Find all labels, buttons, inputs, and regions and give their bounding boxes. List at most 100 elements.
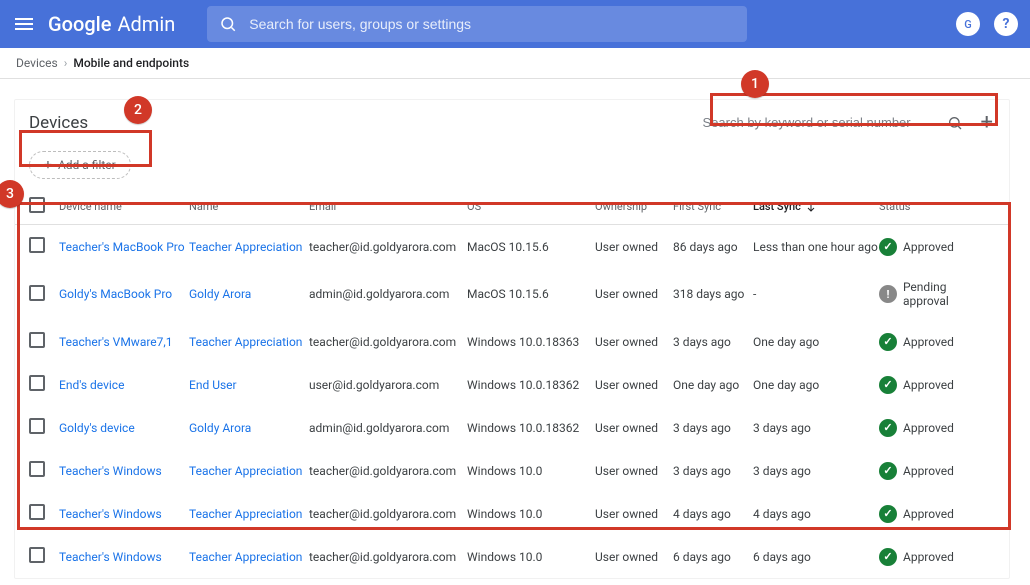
col-name[interactable]: Name	[189, 200, 309, 213]
status-cell: ✓ Approved	[879, 238, 995, 256]
header-actions: G ?	[956, 12, 1018, 36]
menu-button[interactable]	[12, 12, 36, 36]
menu-icon	[15, 23, 33, 25]
breadcrumb-current: Mobile and endpoints	[73, 56, 189, 70]
status-cell: ✓ Approved	[879, 376, 995, 394]
status-cell: ✓ Approved	[879, 505, 995, 523]
first-sync-cell: One day ago	[673, 378, 753, 392]
user-name-link[interactable]: Goldy Arora	[189, 287, 251, 301]
content: 1 2 3 Devices + + Add a filter Device na…	[0, 79, 1030, 585]
ownership-cell: User owned	[595, 507, 673, 521]
status-cell: !Pending approval	[879, 280, 995, 308]
search-icon	[947, 115, 963, 131]
row-checkbox[interactable]	[29, 418, 45, 434]
add-filter-button[interactable]: + Add a filter	[29, 151, 131, 179]
breadcrumb-parent[interactable]: Devices	[16, 56, 58, 70]
check-circle-icon: ✓	[879, 376, 897, 394]
status-text: Approved	[903, 421, 954, 435]
row-checkbox[interactable]	[29, 547, 45, 563]
user-name-link[interactable]: Goldy Arora	[189, 421, 251, 435]
arrow-down-icon	[805, 201, 817, 213]
col-email[interactable]: Email	[309, 200, 467, 213]
row-checkbox[interactable]	[29, 504, 45, 520]
devices-card: Devices + + Add a filter Device name Nam…	[14, 99, 1010, 579]
device-name-link[interactable]: Teacher's Windows	[59, 507, 162, 521]
col-status[interactable]: Status	[879, 200, 995, 213]
add-column-button[interactable]: +	[979, 110, 995, 135]
user-name-link[interactable]: Teacher Appreciation	[189, 507, 302, 521]
pending-circle-icon: !	[879, 285, 897, 303]
table-row: Teacher's WindowsTeacher Appreciationtea…	[15, 449, 1009, 492]
keyword-search[interactable]	[697, 111, 969, 135]
device-name-link[interactable]: Teacher's MacBook Pro	[59, 240, 185, 254]
check-circle-icon: ✓	[879, 238, 897, 256]
card-header: Devices +	[15, 100, 1009, 145]
logo[interactable]: Google Admin	[48, 12, 175, 36]
check-circle-icon: ✓	[879, 419, 897, 437]
global-search-input[interactable]	[249, 16, 735, 32]
chevron-right-icon: ›	[64, 56, 68, 70]
filter-bar: + Add a filter	[15, 145, 1009, 189]
check-circle-icon: ✓	[879, 333, 897, 351]
check-circle-icon: ✓	[879, 505, 897, 523]
user-name-link[interactable]: Teacher Appreciation	[189, 240, 302, 254]
user-name-link[interactable]: Teacher Appreciation	[189, 464, 302, 478]
first-sync-cell: 4 days ago	[673, 507, 753, 521]
first-sync-cell: 3 days ago	[673, 335, 753, 349]
plus-icon: +	[44, 158, 52, 172]
table-header: Device name Name Email OS Ownership Firs…	[15, 189, 1009, 225]
device-name-link[interactable]: Goldy's device	[59, 421, 135, 435]
user-name-link[interactable]: End User	[189, 378, 237, 392]
row-checkbox[interactable]	[29, 461, 45, 477]
col-last-sync[interactable]: Last Sync	[753, 200, 879, 213]
device-name-link[interactable]: Teacher's VMware7,1	[59, 335, 173, 349]
email-cell: teacher@id.goldyarora.com	[309, 240, 467, 254]
email-cell: admin@id.goldyarora.com	[309, 287, 467, 301]
global-search[interactable]	[207, 6, 747, 42]
last-sync-cell: Less than one hour ago	[753, 240, 879, 254]
ownership-cell: User owned	[595, 464, 673, 478]
email-cell: teacher@id.goldyarora.com	[309, 335, 467, 349]
status-text: Approved	[903, 378, 954, 392]
row-checkbox[interactable]	[29, 332, 45, 348]
ownership-cell: User owned	[595, 335, 673, 349]
os-cell: MacOS 10.15.6	[467, 287, 595, 301]
col-first-sync[interactable]: First Sync	[673, 200, 753, 213]
status-text: Approved	[903, 240, 954, 254]
row-checkbox[interactable]	[29, 285, 45, 301]
select-all-checkbox[interactable]	[29, 197, 45, 213]
first-sync-cell: 3 days ago	[673, 421, 753, 435]
ownership-cell: User owned	[595, 421, 673, 435]
last-sync-cell: 6 days ago	[753, 550, 879, 564]
status-text: Approved	[903, 507, 954, 521]
app-header: Google Admin G ?	[0, 0, 1030, 48]
email-cell: teacher@id.goldyarora.com	[309, 507, 467, 521]
search-icon	[219, 15, 237, 33]
col-os[interactable]: OS	[467, 200, 595, 213]
col-device-name[interactable]: Device name	[59, 200, 189, 213]
user-name-link[interactable]: Teacher Appreciation	[189, 550, 302, 564]
ownership-cell: User owned	[595, 378, 673, 392]
last-sync-cell: One day ago	[753, 335, 879, 349]
help-button[interactable]: ?	[994, 12, 1018, 36]
device-name-link[interactable]: Teacher's Windows	[59, 550, 162, 564]
user-name-link[interactable]: Teacher Appreciation	[189, 335, 302, 349]
row-checkbox[interactable]	[29, 375, 45, 391]
email-cell: user@id.goldyarora.com	[309, 378, 467, 392]
avatar[interactable]: G	[956, 12, 980, 36]
annotation-badge-1: 1	[741, 70, 769, 98]
table-row: Teacher's WindowsTeacher Appreciationtea…	[15, 535, 1009, 578]
device-name-link[interactable]: End's device	[59, 378, 124, 392]
device-name-link[interactable]: Goldy's MacBook Pro	[59, 287, 172, 301]
col-ownership[interactable]: Ownership	[595, 200, 673, 213]
table-row: End's device End User user@id.goldyarora.c…	[15, 363, 1009, 406]
os-cell: Windows 10.0	[467, 464, 595, 478]
logo-primary: Google	[48, 12, 111, 36]
row-checkbox[interactable]	[29, 237, 45, 253]
os-cell: Windows 10.0	[467, 507, 595, 521]
keyword-search-input[interactable]	[703, 115, 947, 130]
first-sync-cell: 6 days ago	[673, 550, 753, 564]
last-sync-cell: 3 days ago	[753, 464, 879, 478]
device-name-link[interactable]: Teacher's Windows	[59, 464, 162, 478]
check-circle-icon: ✓	[879, 462, 897, 480]
